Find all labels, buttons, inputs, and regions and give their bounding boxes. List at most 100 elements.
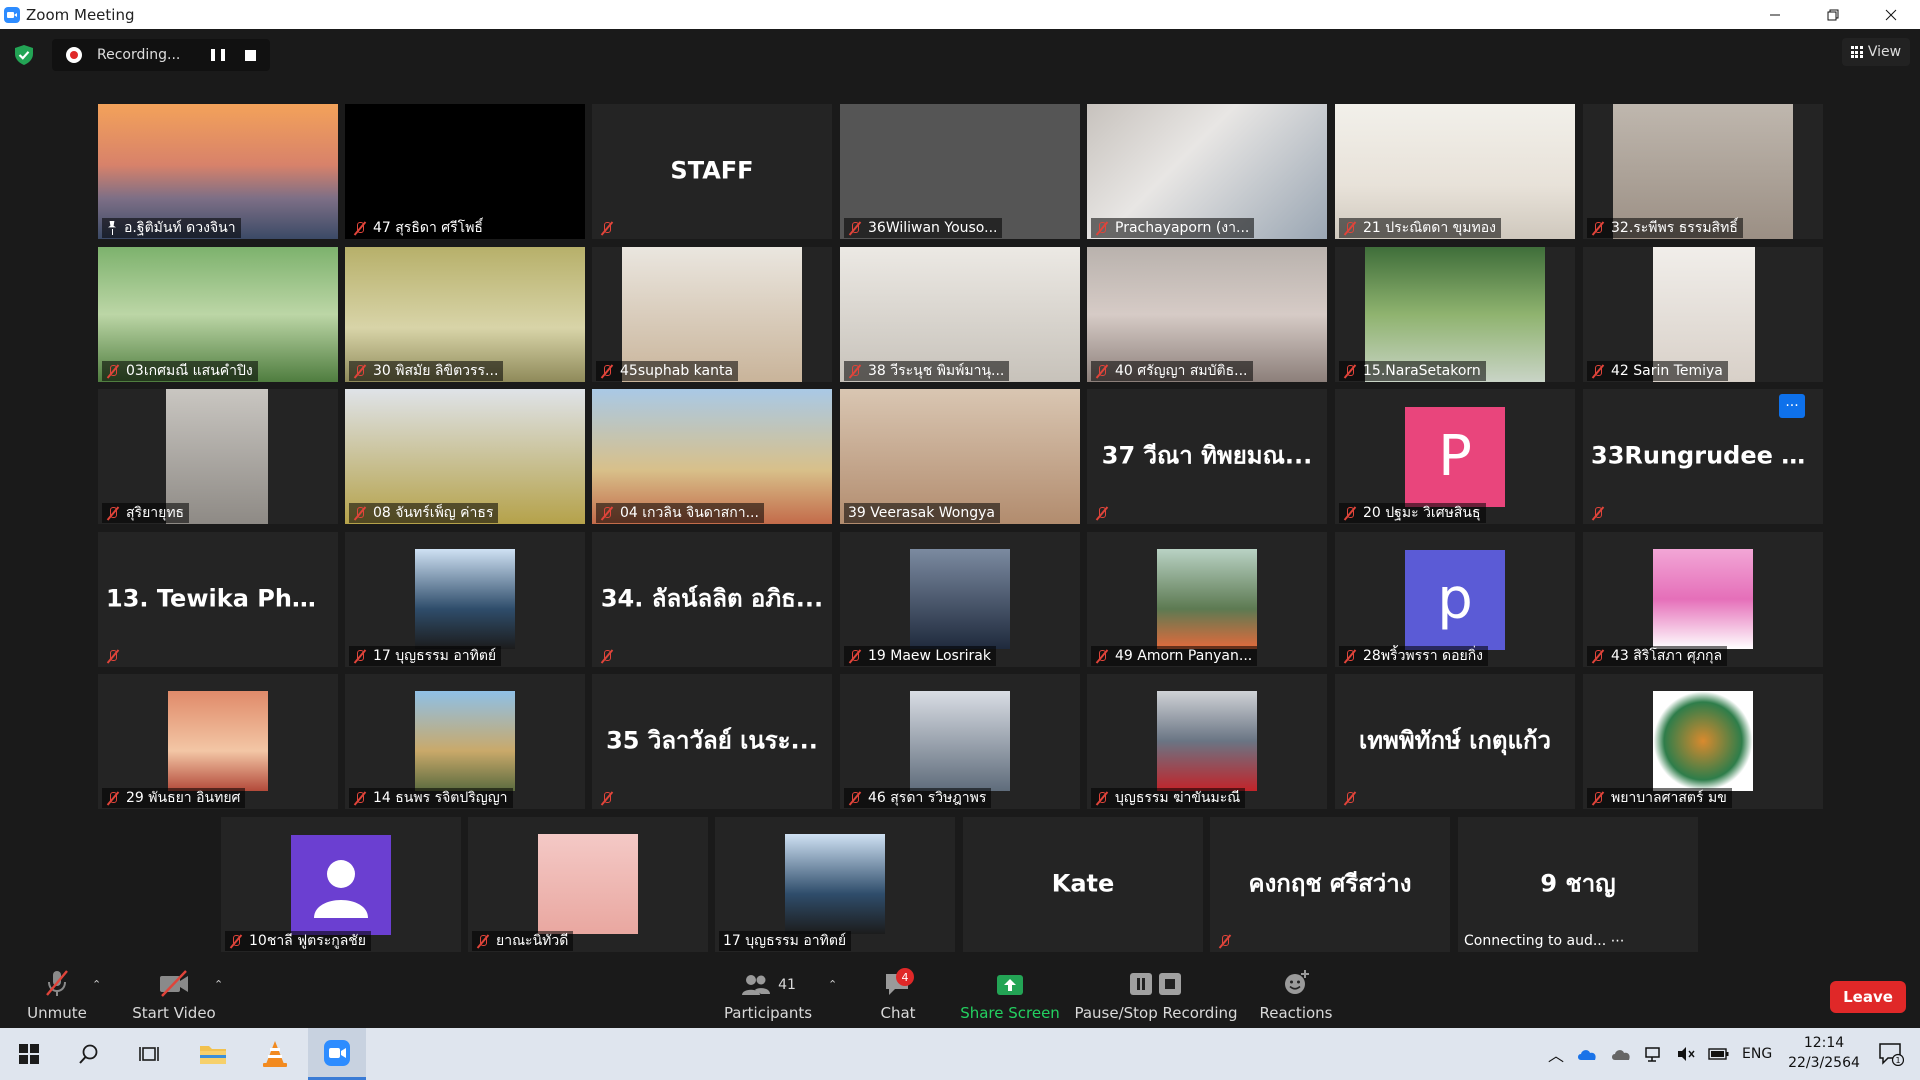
mic-muted-icon xyxy=(600,649,614,664)
participant-tile[interactable]: 49 Amorn Panyan... xyxy=(1087,532,1327,667)
participant-tile[interactable]: 10ชาลี ฟูตระกูลชัย xyxy=(221,817,461,952)
audio-options-caret[interactable]: ⌃ xyxy=(92,978,102,991)
participant-tile[interactable]: 14 ธนพร รจิตปริญญา xyxy=(345,674,585,809)
mic-muted-icon xyxy=(1591,364,1605,379)
video-options-caret[interactable]: ⌃ xyxy=(214,978,224,991)
participant-tile[interactable]: 30 พิสมัย ลิขิตวรร... xyxy=(345,247,585,382)
participant-tile[interactable]: 33Rungrudee R... ··· xyxy=(1583,389,1823,524)
participant-display-name: 34. ลัลน์ลลิต อภิธ... xyxy=(600,584,824,613)
mic-muted-icon xyxy=(1591,649,1605,664)
participant-tile[interactable]: 40 ศรัญญา สมบัติธ... xyxy=(1087,247,1327,382)
participant-tile[interactable]: 17 บุญธรรม อาทิตย์ xyxy=(345,532,585,667)
participants-options-caret[interactable]: ⌃ xyxy=(828,978,838,991)
notification-icon: 1 xyxy=(1879,1043,1904,1066)
chat-button[interactable]: 4 Chat xyxy=(872,960,924,1028)
participant-tile[interactable]: Prachayaporn (งา... xyxy=(1087,104,1327,239)
participant-tile[interactable]: สุริยายุทธ xyxy=(98,389,338,524)
participant-name-bar: 32.ระพีพร ธรรมสิทธิ์ xyxy=(1587,218,1743,238)
participant-name: Prachayaporn (งา... xyxy=(1115,220,1250,236)
unmute-button[interactable]: Unmute xyxy=(22,960,92,1028)
notifications-button[interactable]: 1 xyxy=(1862,1028,1920,1080)
zoom-meeting-window: Zoom Meeting Recording... View อ.ฐิติมัน… xyxy=(0,0,1920,1080)
task-view-button[interactable] xyxy=(120,1028,178,1080)
recording-indicator: Recording... xyxy=(52,39,270,71)
search-button[interactable] xyxy=(60,1028,118,1080)
pause-recording-button[interactable] xyxy=(211,49,225,61)
participant-tile[interactable]: 39 Veerasak Wongya xyxy=(840,389,1080,524)
cloud-icon[interactable] xyxy=(1610,1047,1632,1061)
participant-tile[interactable]: บุญธรรม ฆ่าขันมะณี xyxy=(1087,674,1327,809)
participant-display-name: คงกฤช ศรีสว่าง xyxy=(1248,869,1412,898)
participant-tile[interactable]: 29 พันธยา อินทยศ xyxy=(98,674,338,809)
chevron-up-icon[interactable]: ︿ xyxy=(1548,1042,1564,1066)
mic-muted-icon xyxy=(106,364,120,379)
zoom-taskbar-button[interactable] xyxy=(308,1028,366,1080)
reactions-button[interactable]: Reactions xyxy=(1256,960,1336,1028)
participants-button[interactable]: 41 Participants xyxy=(724,960,812,1028)
participant-tile[interactable]: อ.ฐิติมันท์ ดวงจินา xyxy=(98,104,338,239)
start-video-button[interactable]: Start Video xyxy=(130,960,218,1028)
taskbar-clock[interactable]: 12:14 22/3/2564 xyxy=(1784,1033,1864,1073)
more-options-button[interactable]: ··· xyxy=(1779,394,1805,418)
encryption-shield-icon[interactable] xyxy=(13,44,35,66)
participant-name-bar: 29 พันธยา อินทยศ xyxy=(102,788,246,808)
mic-muted-icon xyxy=(1095,506,1109,521)
leave-button[interactable]: Leave xyxy=(1830,981,1906,1013)
participant-tile[interactable]: 34. ลัลน์ลลิต อภิธ... xyxy=(592,532,832,667)
stop-recording-button[interactable] xyxy=(245,49,256,61)
participant-tile[interactable]: 19 Maew Losrirak xyxy=(840,532,1080,667)
participant-display-name: STAFF xyxy=(670,156,754,185)
participant-tile[interactable]: 43 สิริโสภา ศุภกุล xyxy=(1583,532,1823,667)
pause-stop-recording-button[interactable]: Pause/Stop Recording xyxy=(1074,960,1238,1028)
file-explorer-button[interactable] xyxy=(184,1028,242,1080)
volume-muted-icon[interactable] xyxy=(1676,1046,1696,1062)
participant-tile[interactable]: 47 สุรธิดา ศรีโพธิ์ xyxy=(345,104,585,239)
zoom-logo-icon xyxy=(4,6,20,23)
minimize-button[interactable] xyxy=(1746,0,1804,29)
restore-button[interactable] xyxy=(1804,0,1862,29)
share-screen-button[interactable]: Share Screen xyxy=(960,960,1060,1028)
network-icon[interactable] xyxy=(1644,1046,1664,1062)
chat-label: Chat xyxy=(880,1004,916,1022)
participant-tile[interactable]: 38 วีระนุช พิมพ์มานุ... xyxy=(840,247,1080,382)
participant-name-bar: 28พริ้วพรรา ดอยกิ่ง xyxy=(1339,646,1489,666)
participant-tile[interactable]: 08 จันทร์เพ็ญ ค่าธร xyxy=(345,389,585,524)
participant-tile[interactable]: Kate xyxy=(963,817,1203,952)
view-button[interactable]: View xyxy=(1842,38,1910,66)
participant-tile[interactable]: 04 เกวลิน จินดาสกา... xyxy=(592,389,832,524)
participant-display-name: 13. Tewika Phoe... xyxy=(106,584,338,613)
participant-tile[interactable]: STAFF xyxy=(592,104,832,239)
participant-tile[interactable]: 17 บุญธรรม อาทิตย์ xyxy=(715,817,955,952)
participant-name: 40 ศรัญญา สมบัติธ... xyxy=(1115,363,1248,379)
participant-tile[interactable]: 9 ชาญ Connecting to aud... ⋯ xyxy=(1458,817,1698,952)
participant-tile[interactable]: 42 Sarin Temiya xyxy=(1583,247,1823,382)
participant-name-bar xyxy=(1091,503,1120,523)
participant-tile[interactable]: 35 วิลาวัลย์ เนระ... xyxy=(592,674,832,809)
participant-tile[interactable]: 37 วีณา ทิพยมณ... xyxy=(1087,389,1327,524)
participant-name-bar: 36Wiliwan Youso... xyxy=(844,218,1003,238)
participant-tile[interactable]: 46 สุรดา รวิษฎาพร xyxy=(840,674,1080,809)
participant-tile[interactable]: P 20 ปฐมะ วิเศษสินธุ xyxy=(1335,389,1575,524)
mic-muted-icon xyxy=(848,649,862,664)
language-indicator[interactable]: ENG xyxy=(1742,1046,1772,1062)
participant-tile[interactable]: 13. Tewika Phoe... xyxy=(98,532,338,667)
participant-name: 03เกศมณี แสนคำปิง xyxy=(126,363,253,379)
participant-tile[interactable]: 36Wiliwan Youso... xyxy=(840,104,1080,239)
participant-tile[interactable]: 32.ระพีพร ธรรมสิทธิ์ xyxy=(1583,104,1823,239)
close-button[interactable] xyxy=(1862,0,1920,29)
participant-tile[interactable]: 03เกศมณี แสนคำปิง xyxy=(98,247,338,382)
onedrive-cloud-icon[interactable] xyxy=(1576,1047,1598,1061)
mic-muted-icon xyxy=(600,506,614,521)
start-button[interactable] xyxy=(0,1028,58,1080)
battery-icon[interactable] xyxy=(1708,1047,1730,1061)
participant-tile[interactable]: เทพพิทักษ์ เกตุแก้ว xyxy=(1335,674,1575,809)
participant-tile[interactable]: คงกฤช ศรีสว่าง xyxy=(1210,817,1450,952)
participant-tile[interactable]: พยาบาลศาสตร์ มข xyxy=(1583,674,1823,809)
participant-profile-photo xyxy=(168,691,268,791)
participant-tile[interactable]: 45suphab kanta xyxy=(592,247,832,382)
vlc-button[interactable] xyxy=(246,1028,304,1080)
participant-tile[interactable]: 21 ประณิตดา ขุมทอง xyxy=(1335,104,1575,239)
participant-tile[interactable]: ยาณะนิทัวดี xyxy=(468,817,708,952)
participant-tile[interactable]: 15.NaraSetakorn xyxy=(1335,247,1575,382)
participant-tile[interactable]: p 28พริ้วพรรา ดอยกิ่ง xyxy=(1335,532,1575,667)
